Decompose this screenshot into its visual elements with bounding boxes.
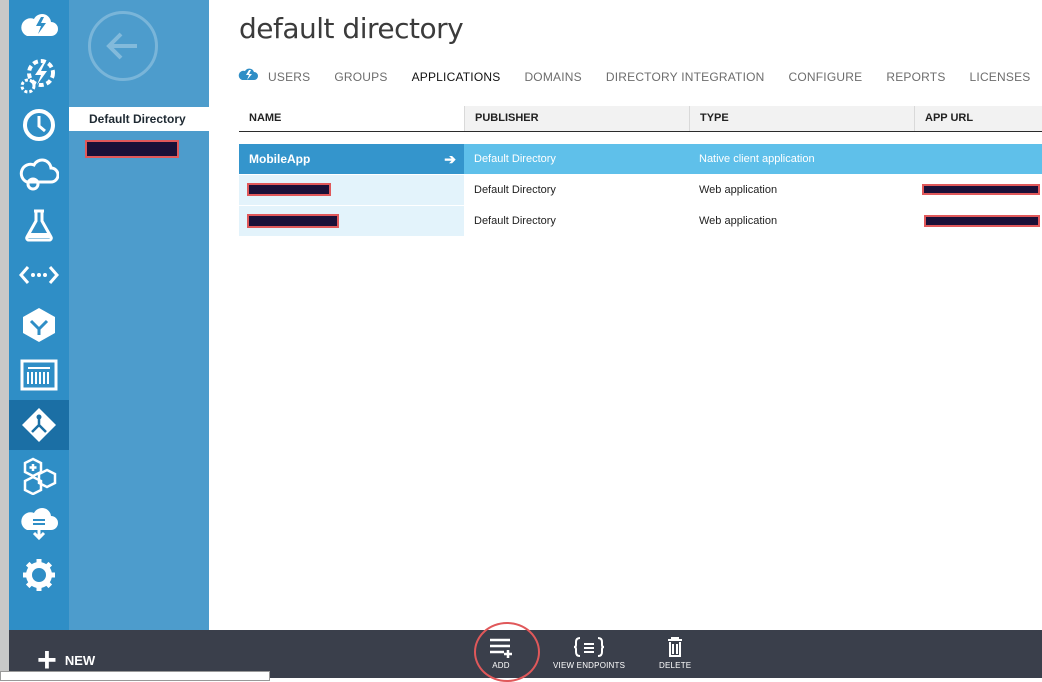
cloud-download-icon[interactable] [9,500,69,550]
new-label: NEW [64,652,96,668]
redacted-subnav-item[interactable] [85,140,179,158]
table-row[interactable]: Default Directory Web application [239,175,1042,205]
add-ons-icon[interactable] [9,450,69,500]
type-cell: Native client application [699,153,815,165]
subnav-item-label: Default Directory [89,112,186,126]
tab-directory-integration[interactable]: DIRECTORY INTEGRATION [606,70,765,84]
trash-icon [668,637,683,657]
app-url-cell [914,144,1042,174]
back-button[interactable] [88,11,158,81]
table-header: NAME PUBLISHER TYPE APP URL [239,106,1042,132]
tab-users[interactable]: USERS [268,70,310,84]
hdinsight-flask-icon[interactable] [9,200,69,250]
redacted-app-url [922,184,1040,195]
publisher-cell: Default Directory [474,184,556,196]
view-endpoints-button[interactable]: VIEW ENDPOINTS [553,636,625,670]
tab-domains[interactable]: DOMAINS [524,70,581,84]
web-sites-icon[interactable] [9,50,69,100]
redacted-app-url [924,215,1040,227]
app-url-cell [914,206,1042,236]
media-services-icon[interactable] [9,250,69,300]
view-endpoints-label: VIEW ENDPOINTS [553,661,626,670]
column-header-app-url[interactable]: APP URL [914,106,1042,131]
tab-licenses[interactable]: LICENSES [970,70,1031,84]
tab-applications[interactable]: APPLICATIONS [412,70,501,84]
app-name-cell[interactable]: MobileApp ➔ [239,144,464,174]
active-directory-icon[interactable] [9,400,69,450]
app-name-cell[interactable] [239,175,464,205]
publisher-cell: Default Directory [474,153,556,165]
column-header-type[interactable]: TYPE [689,106,914,131]
plus-icon: + [37,641,57,679]
app-name: MobileApp [249,152,311,166]
back-arrow-icon [106,32,137,60]
service-icon-rail [9,0,69,630]
column-header-publisher[interactable]: PUBLISHER [464,106,689,131]
directory-cloud-icon [238,67,258,86]
add-label: ADD [492,661,510,670]
table-row[interactable]: MobileApp ➔ Default Directory Native cli… [239,144,1042,174]
window-edge [0,0,9,678]
add-button[interactable]: ADD [487,636,515,670]
service-bus-icon[interactable] [9,300,69,350]
publisher-cell: Default Directory [474,215,556,227]
tab-groups[interactable]: GROUPS [334,70,387,84]
cloud-services-icon[interactable] [9,150,69,200]
subnav-item-default-directory[interactable]: Default Directory [69,107,209,131]
tab-reports[interactable]: REPORTS [886,70,945,84]
add-list-icon [490,638,512,658]
directory-subnav: Default Directory [69,0,209,630]
open-arrow-icon[interactable]: ➔ [444,144,456,174]
app-url-cell [914,175,1042,205]
table-row[interactable]: Default Directory Web application [239,206,1042,236]
type-cell: Web application [699,184,778,196]
applications-table: NAME PUBLISHER TYPE APP URL MobileApp ➔ … [239,106,1042,236]
type-cell: Web application [699,215,778,227]
main-content: default directory USERS GROUPS APPLICATI… [209,0,1042,630]
all-items-cloud-icon[interactable] [9,0,69,50]
tab-bar: USERS GROUPS APPLICATIONS DOMAINS DIRECT… [238,67,1042,86]
column-header-name[interactable]: NAME [239,106,464,131]
redacted-app-name [247,183,331,196]
mobile-services-icon[interactable] [9,100,69,150]
page-title: default directory [239,12,464,45]
tab-configure[interactable]: CONFIGURE [789,70,863,84]
new-button[interactable]: + NEW [37,641,96,679]
delete-button[interactable]: DELETE [659,636,691,670]
settings-gear-icon[interactable] [9,550,69,600]
delete-label: DELETE [659,661,692,670]
endpoints-braces-icon [573,637,605,657]
storage-icon[interactable] [9,350,69,400]
status-tooltip [0,671,270,681]
redacted-app-name [247,214,339,228]
app-name-cell[interactable] [239,206,464,236]
